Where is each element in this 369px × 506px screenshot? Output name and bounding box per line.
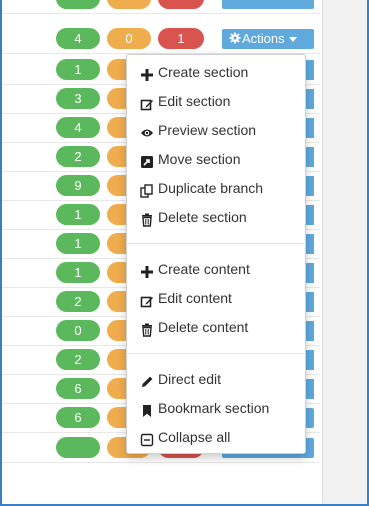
menu-divider [127,353,305,354]
green-count-badge [56,437,100,458]
menu-item-label: Edit section [158,93,231,109]
edit-icon [140,291,154,308]
menu-item-preview-section[interactable]: Preview section [127,118,305,142]
menu-divider [127,243,305,244]
gear-icon [229,30,242,50]
collapse-icon [140,430,154,447]
menu-item-label: Bookmark section [158,400,270,416]
green-count-badge: 1 [56,59,100,80]
menu-item-delete-section[interactable]: Delete section [127,205,305,229]
menu-item-duplicate-branch[interactable]: Duplicate branch [127,176,305,200]
green-count-badge [56,0,100,9]
menu-item-edit-content[interactable]: Edit content [127,286,305,310]
red-count-badge [158,0,204,9]
green-count-badge: 2 [56,146,100,167]
green-count-badge: 4 [56,28,100,49]
plus-icon [140,65,154,81]
menu-item-direct-edit[interactable]: Direct edit [127,367,305,391]
menu-item-label: Delete content [158,319,249,335]
table-row [2,0,320,14]
actions-button-label: Actions [242,31,285,46]
trash-icon [140,210,154,227]
green-count-badge: 6 [56,378,100,399]
menu-item-label: Collapse all [158,429,231,445]
right-panel [322,0,367,506]
actions-button[interactable]: Actions [222,29,314,49]
menu-item-collapse-all[interactable]: Collapse all [127,425,305,449]
menu-item-label: Direct edit [158,371,222,387]
green-count-badge: 0 [56,320,100,341]
menu-item-bookmark-section[interactable]: Bookmark section [127,396,305,420]
menu-item-label: Duplicate branch [158,180,264,196]
menu-item-label: Delete section [158,209,247,225]
menu-item-create-content[interactable]: Create content [127,257,305,281]
green-count-badge: 1 [56,233,100,254]
green-count-badge: 2 [56,291,100,312]
move-icon [140,152,154,168]
orange-count-badge: 0 [107,28,151,49]
menu-item-create-section[interactable]: Create section [127,60,305,84]
green-count-badge: 3 [56,88,100,109]
menu-item-label: Edit content [158,290,232,306]
menu-item-label: Create section [158,64,249,80]
duplicate-icon [140,181,154,198]
green-count-badge: 4 [56,117,100,138]
edit-icon [140,94,154,111]
menu-item-delete-content[interactable]: Delete content [127,315,305,339]
menu-item-label: Preview section [158,122,257,138]
green-count-badge: 2 [56,349,100,370]
pencil-icon [140,372,154,387]
actions-dropdown-menu: Create section Edit section Preview sectio… [126,54,306,454]
caret-down-icon [288,37,297,43]
table-row: 4 0 1 Actions [2,25,320,54]
actions-button[interactable] [222,0,314,9]
green-count-badge: 9 [56,175,100,196]
green-count-badge: 6 [56,407,100,428]
menu-item-label: Create content [158,261,250,277]
trash-icon [140,320,154,337]
plus-icon [140,262,154,278]
green-count-badge: 1 [56,262,100,283]
green-count-badge: 1 [56,204,100,225]
menu-item-move-section[interactable]: Move section [127,147,305,171]
red-count-badge: 1 [158,28,204,49]
bookmark-icon [140,401,154,417]
orange-count-badge [107,0,151,9]
eye-icon [140,123,154,137]
menu-item-edit-section[interactable]: Edit section [127,89,305,113]
menu-item-label: Move section [158,151,241,167]
